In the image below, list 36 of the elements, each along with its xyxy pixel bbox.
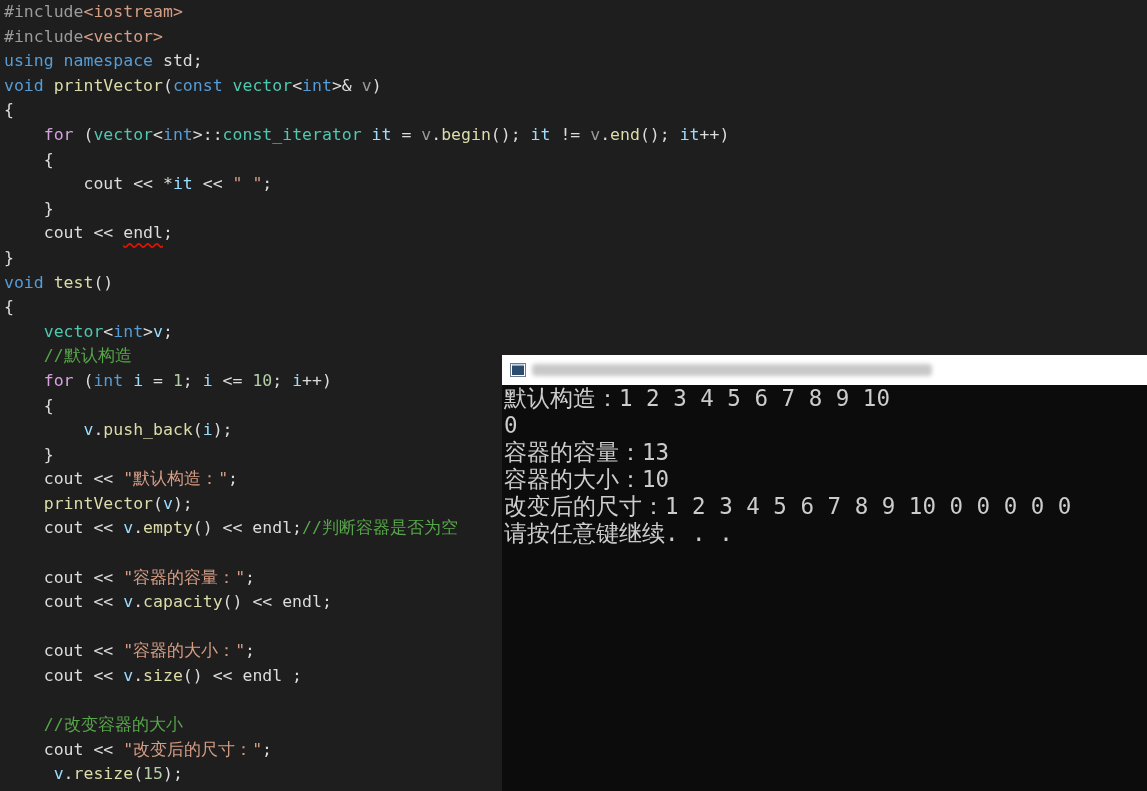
console-output-line: 容器的大小：10 (503, 466, 670, 493)
code-line: #include<vector> (4, 25, 163, 48)
console-output-line: 请按任意键继续. . . (503, 520, 733, 547)
code-line: cout << "改变后的尺寸："; (42, 738, 273, 761)
code-line: void printVector(const vector<int>& v) (4, 74, 382, 97)
code-line: for (int i = 1; i <= 10; i++) (42, 369, 332, 392)
console-output-line: 改变后的尺寸：1 2 3 4 5 6 7 8 9 10 0 0 0 0 0 (503, 493, 1072, 520)
code-line: //默认构造 (42, 345, 132, 368)
code-line: #include<iostream> (4, 1, 183, 23)
code-line: cout << "默认构造："; (42, 468, 239, 491)
code-line: vector<int>v; (42, 320, 173, 343)
code-line: { (4, 296, 14, 319)
code-line: printVector(v); (42, 492, 193, 515)
code-line: cout << *it << " "; (82, 173, 273, 196)
code-line: v.push_back(i); (82, 419, 233, 442)
code-line: void test() (4, 271, 114, 294)
console-output-line: 容器的容量：13 (503, 439, 670, 466)
code-line: } (4, 246, 14, 269)
code-line: cout << "容器的大小："; (42, 640, 256, 663)
code-line: using namespace std; (4, 50, 203, 73)
code-line: } (42, 443, 54, 466)
console-output-line: 默认构造：1 2 3 4 5 6 7 8 9 10 (503, 385, 890, 412)
code-line: { (4, 99, 14, 122)
console-icon (510, 363, 526, 377)
code-line: for (vector<int>::const_iterator it = v.begin(); it != v.end(); it++) (42, 123, 730, 146)
code-line: { (42, 148, 54, 171)
code-line: cout << endl; (42, 222, 173, 245)
code-line: } (42, 197, 54, 220)
code-line: //改变容器的大小 (42, 714, 183, 737)
code-line: cout << v.size() << endl ; (42, 665, 303, 688)
code-line: { (42, 394, 54, 417)
code-line: cout << v.empty() << endl;//判断容器是否为空 (42, 517, 458, 540)
code-line: cout << "容器的容量："; (42, 566, 256, 589)
console-output-line: 0 (503, 412, 518, 439)
code-line: cout << v.capacity() << endl; (42, 591, 332, 614)
code-line: v.resize(15); (52, 763, 183, 786)
